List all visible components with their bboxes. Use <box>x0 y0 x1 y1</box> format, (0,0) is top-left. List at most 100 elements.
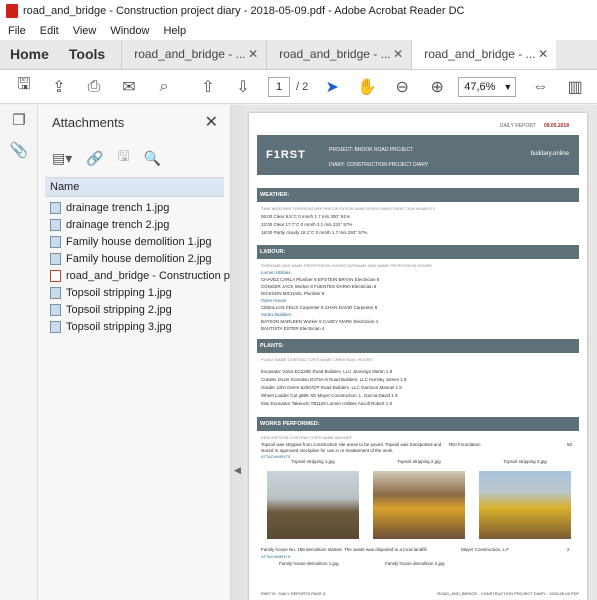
image-file-icon <box>50 201 61 214</box>
photo-strip: Topsoil stripping 1.jpg Topsoil strippin… <box>267 459 571 539</box>
attachment-name: drainage trench 2.jpg <box>66 218 170 231</box>
labour-section-title: LABOUR: <box>257 245 579 259</box>
list-item[interactable]: road_and_bridge - Construction proje... <box>38 267 230 284</box>
attachment-list: drainage trench 1.jpg drainage trench 2.… <box>38 199 230 335</box>
window-titlebar: road_and_bridge - Construction project d… <box>0 0 597 22</box>
project-name: PROJECT: BROOK ROAD PROJECT <box>329 147 414 153</box>
panel-splitter[interactable]: ◀ <box>231 105 243 600</box>
menu-help[interactable]: Help <box>163 25 186 37</box>
doc-tab-3[interactable]: road_and_bridge - ... ✕ <box>411 40 557 69</box>
topsoil-photo-3 <box>479 471 571 539</box>
save-icon[interactable]: 🖫 <box>13 76 35 98</box>
attach-file-icon[interactable]: 🔗 <box>86 150 103 167</box>
image-file-icon <box>50 320 61 333</box>
attachment-name: Family house demolition 2.jpg <box>66 252 212 265</box>
works-header: DESCRIPTION CONTRACTOR'S NAME AMOUNT <box>261 435 352 440</box>
menu-file[interactable]: File <box>8 25 26 37</box>
plants-row: Crawler Dozer Komatsu D375A-8 Road Build… <box>261 377 407 382</box>
footer-right: ROAD_AND_BRIDGE - CONSTRUCTION PROJECT D… <box>437 591 579 596</box>
select-cursor-icon[interactable]: ➤ <box>321 76 343 98</box>
company-logo: F1RST <box>266 149 306 161</box>
close-tab-icon[interactable]: ✕ <box>538 40 548 69</box>
fit-page-icon[interactable]: ⇔ <box>529 76 551 98</box>
labour-header: SURNAME AND NAME PROFESSION HOURS SURNAM… <box>261 263 432 268</box>
works-text: Topsoil was stripped from construction s… <box>261 442 442 447</box>
weather-row: 18:00 Partly cloudy 18.1°C 0 mm/h 1.7 m/… <box>261 230 368 235</box>
plants-header: PLANT NAME CONTRACTOR'S NAME CREW NUM. H… <box>261 357 373 362</box>
works-contractor: Mayer Construction, L.F. <box>461 547 510 552</box>
doc-tab-label: road_and_bridge - ... <box>424 47 536 61</box>
plants-row: Grader John Deere 620G/GP Road Builders,… <box>261 385 402 390</box>
document-viewer[interactable]: DAILY REPORT 09.05.2018 F1RST PROJECT: BR… <box>243 105 597 600</box>
list-item[interactable]: Family house demolition 2.jpg <box>38 250 230 267</box>
weather-row: 12:00 Clear 17.7°C 0 mm/h 3.1 m/s 231° 5… <box>261 222 353 227</box>
labour-row: CHAVEZ CARLA Plumber 8 EPSTEIN BRYAN Ele… <box>261 277 380 282</box>
pages-icon[interactable]: ❐ <box>0 105 38 135</box>
options-menu-icon[interactable]: ▤▾ <box>52 150 72 167</box>
image-file-icon <box>50 286 61 299</box>
page-total: / 2 <box>296 80 309 93</box>
list-item[interactable]: Family house demolition 1.jpg <box>38 233 230 250</box>
doc-tab-label: road_and_bridge - ... <box>134 47 246 61</box>
search-icon[interactable]: ⌕ <box>153 76 175 98</box>
column-header-name[interactable]: Name <box>45 177 224 197</box>
window-title: road_and_bridge - Construction project d… <box>23 5 465 17</box>
pdf-file-icon <box>50 269 61 282</box>
upload-icon[interactable]: ⇪ <box>48 76 70 98</box>
list-item[interactable]: drainage trench 2.jpg <box>38 216 230 233</box>
list-item[interactable]: Topsoil stripping 1.jpg <box>38 284 230 301</box>
doc-tab-1[interactable]: road_and_bridge - ... ✕ <box>121 40 266 69</box>
plants-section-title: PLANTS: <box>257 339 579 353</box>
toolbar: 🖫 ⇪ ⎙ ✉ ⌕ ⇧ ⇩ 1 / 2 ➤ ✋ ⊖ ⊕ 47,6% ▼ ⇔ ▥ <box>0 70 597 104</box>
close-tab-icon[interactable]: ✕ <box>248 40 258 69</box>
image-file-icon <box>50 235 61 248</box>
close-tab-icon[interactable]: ✕ <box>393 40 403 69</box>
acrobat-icon <box>6 4 18 18</box>
attachment-icon[interactable]: 📎 <box>0 135 38 165</box>
attachment-name: Family house demolition 1.jpg <box>66 235 212 248</box>
labour-row: Vortex Builders <box>261 312 292 317</box>
page-down-icon[interactable]: ⇩ <box>232 76 254 98</box>
list-item[interactable]: Topsoil stripping 3.jpg <box>38 318 230 335</box>
attachments-panel: Attachments ✕ ▤▾ 🔗 🖫 🔍 Name drainage tre… <box>38 105 231 600</box>
labour-row: DICKSON MICHAEL Plumber 8 <box>261 291 325 296</box>
topsoil-photo-2 <box>373 471 465 539</box>
labour-row: CEBALLOS FELIX Carpenter 8 CHAN DAVID Ca… <box>261 305 378 310</box>
menu-window[interactable]: Window <box>110 25 149 37</box>
scroll-mode-icon[interactable]: ▥ <box>564 76 586 98</box>
attachment-name: road_and_bridge - Construction proje... <box>66 269 230 282</box>
menu-bar: File Edit View Window Help <box>0 22 597 40</box>
zoom-out-icon[interactable]: ⊖ <box>391 76 413 98</box>
labour-row: CONGER JACK Worker 8 FUENTES DARIO Elect… <box>261 284 377 289</box>
print-icon[interactable]: ⎙ <box>83 76 105 98</box>
zoom-in-icon[interactable]: ⊕ <box>426 76 448 98</box>
menu-view[interactable]: View <box>73 25 97 37</box>
tab-home[interactable]: Home <box>0 40 59 69</box>
report-label: DAILY REPORT <box>499 123 536 129</box>
attachments-label: ATTACHMENTS <box>261 554 291 559</box>
tab-tools[interactable]: Tools <box>59 40 115 69</box>
page-number-input[interactable]: 1 <box>268 76 290 97</box>
zoom-select[interactable]: 47,6% ▼ <box>458 76 517 97</box>
list-item[interactable]: drainage trench 1.jpg <box>38 199 230 216</box>
save-attachment-icon[interactable]: 🖫 <box>118 146 130 170</box>
diary-name: DIARY: CONSTRUCTION PROJECT DIARY <box>329 162 429 168</box>
plants-row: Mini Excavator Takeuchi TB1150 Lumen Uti… <box>261 401 393 406</box>
menu-edit[interactable]: Edit <box>40 25 59 37</box>
plants-row: Excavator Volvo EC220E Road Builders, LL… <box>261 369 393 374</box>
page-up-icon[interactable]: ⇧ <box>197 76 219 98</box>
site-name: buildary.online <box>530 151 569 157</box>
photo-caption: Topsoil stripping 3.jpg <box>503 459 547 464</box>
email-icon[interactable]: ✉ <box>118 76 140 98</box>
list-item[interactable]: Topsoil stripping 2.jpg <box>38 301 230 318</box>
collapse-panel-icon[interactable]: ◀ <box>234 465 241 476</box>
close-icon[interactable]: ✕ <box>205 112 218 132</box>
works-section-title: WORKS PERFORMED: <box>257 417 579 431</box>
labour-row: Lumen Utilities <box>261 270 291 275</box>
pdf-page: DAILY REPORT 09.05.2018 F1RST PROJECT: BR… <box>249 113 587 600</box>
search-attachment-icon[interactable]: 🔍 <box>144 150 161 167</box>
hand-tool-icon[interactable]: ✋ <box>356 76 378 98</box>
labour-row: Open House <box>261 298 287 303</box>
works-text: Family house No. 158 demolition started.… <box>261 547 428 552</box>
doc-tab-2[interactable]: road_and_bridge - ... ✕ <box>266 40 411 69</box>
